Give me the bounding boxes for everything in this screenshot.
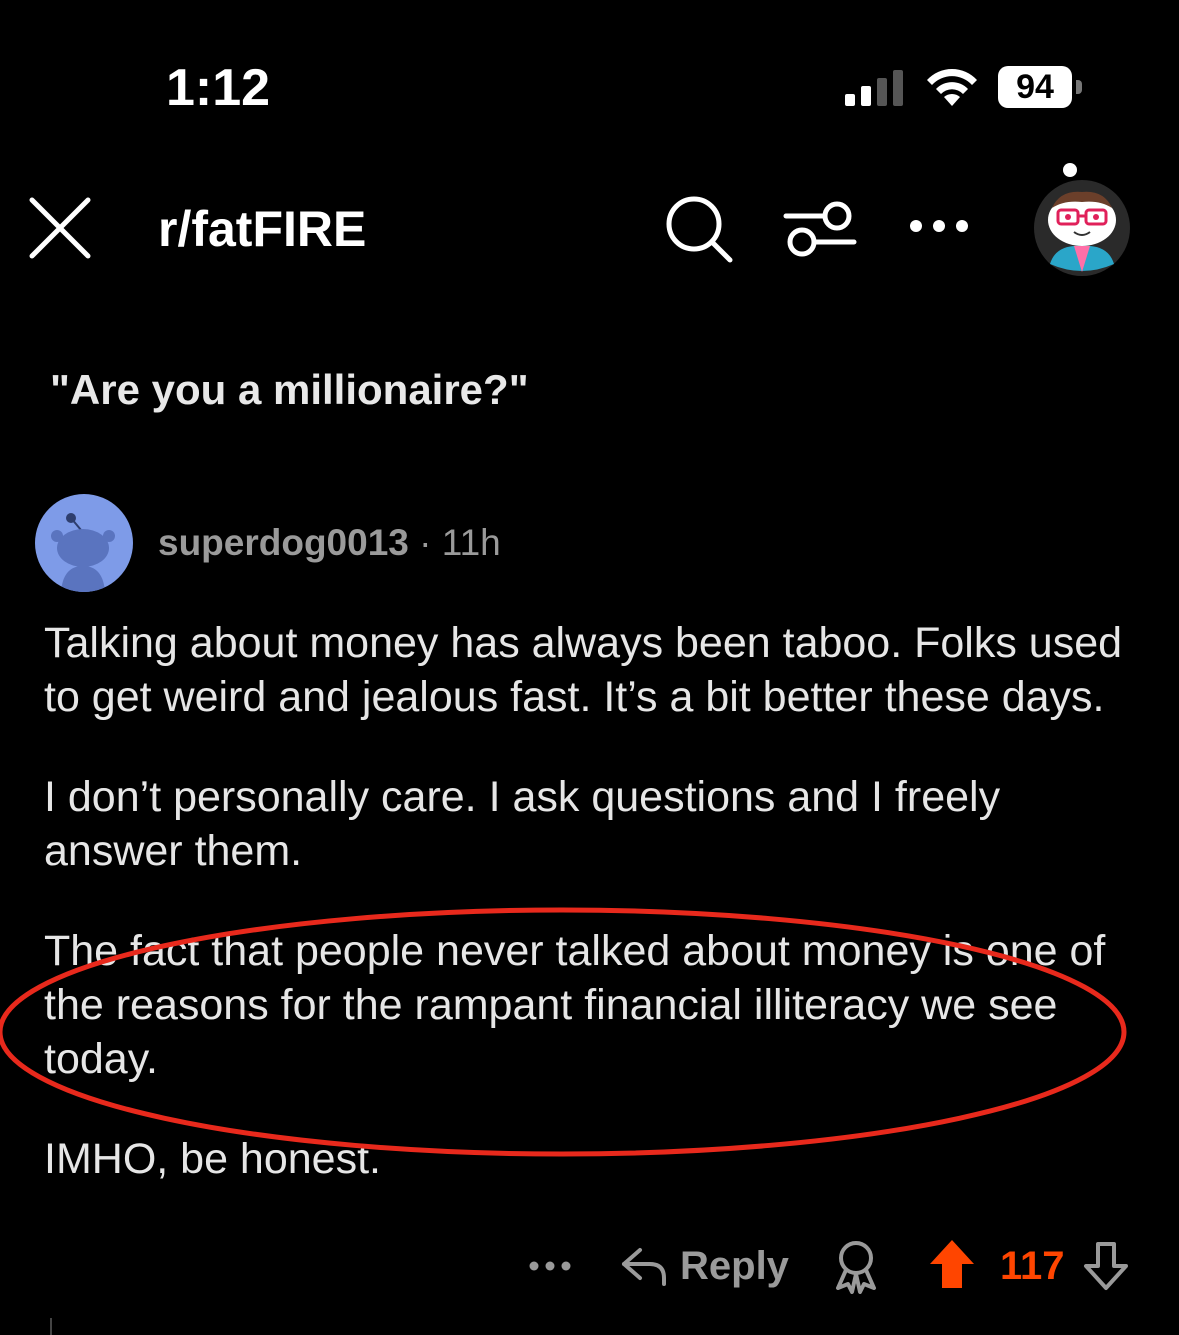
meta-separator: ·: [419, 522, 432, 563]
comment-meta: superdog0013 · 11h: [158, 522, 501, 564]
comment-paragraph: IMHO, be honest.: [44, 1135, 381, 1183]
user-avatar[interactable]: [1030, 160, 1134, 278]
battery-icon: 94: [998, 66, 1084, 110]
subreddit-title[interactable]: r/fatFIRE: [158, 200, 366, 258]
screen: 1:12 94 r/fatFIRE "Are you a millionaire…: [0, 0, 1179, 1335]
thread-line: [50, 1318, 52, 1335]
snoo-avatar-icon: [51, 513, 115, 592]
battery-level: 94: [998, 66, 1072, 108]
battery-tip: [1076, 80, 1082, 94]
more-icon[interactable]: [906, 214, 972, 238]
search-icon[interactable]: [664, 194, 734, 264]
vote-count: 117: [1000, 1244, 1065, 1288]
comment-age: 11h: [441, 522, 501, 563]
status-time: 1:12: [166, 59, 271, 117]
reply-button[interactable]: Reply: [620, 1240, 789, 1292]
comment-more-icon[interactable]: [528, 1258, 572, 1274]
comment-paragraph: The fact that people never talked about …: [44, 927, 1106, 1083]
downvote-icon[interactable]: [1082, 1240, 1130, 1292]
post-title[interactable]: "Are you a millionaire?": [50, 366, 529, 414]
reply-icon: [622, 1248, 666, 1286]
filter-icon[interactable]: [782, 196, 858, 260]
commenter-avatar[interactable]: [35, 494, 133, 592]
reply-label: Reply: [680, 1243, 789, 1288]
upvote-icon[interactable]: [928, 1238, 976, 1290]
comment-author[interactable]: superdog0013: [158, 522, 409, 563]
close-icon[interactable]: [26, 194, 94, 262]
cellular-signal-icon: [845, 68, 905, 106]
comment-body: Talking about money has always been tabo…: [44, 616, 1144, 1232]
award-icon[interactable]: [830, 1238, 882, 1294]
comment-paragraph: I don’t personally care. I ask questions…: [44, 773, 1001, 875]
comment-paragraph: Talking about money has always been tabo…: [44, 619, 1123, 721]
wifi-icon: [927, 69, 977, 106]
